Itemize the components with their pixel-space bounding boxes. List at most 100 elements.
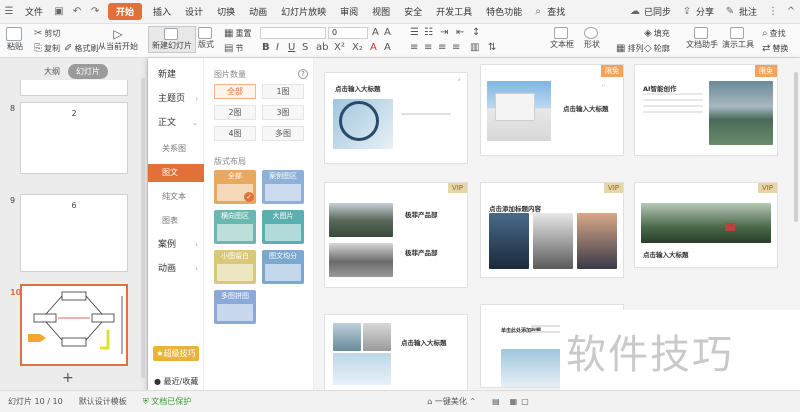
shape-button[interactable]: 形状: [584, 27, 600, 50]
tab-slideshow[interactable]: 幻灯片放映: [274, 5, 333, 18]
menu-icon[interactable]: ☰: [3, 6, 15, 18]
template-card[interactable]: VIP 点击添加标题内容: [480, 182, 624, 278]
super-tips-button[interactable]: ★超级技巧: [153, 346, 199, 361]
template-card[interactable]: 点击输入大标题 ×: [324, 72, 468, 164]
new-slide-button[interactable]: 新建幻灯片: [148, 26, 196, 53]
add-slide-button[interactable]: +: [62, 370, 74, 386]
protected-status[interactable]: ⛨ 文档已保护: [135, 396, 200, 407]
tab-slides[interactable]: 幻灯片: [68, 64, 108, 79]
template-card[interactable]: VIP 点击输入大标题: [634, 182, 778, 268]
category-relation[interactable]: 关系图: [148, 140, 204, 158]
reset-button[interactable]: ▦ 重置: [224, 28, 251, 39]
category-new[interactable]: 新建: [148, 66, 204, 84]
layout-filter-big-image[interactable]: 大图片: [262, 210, 304, 244]
format-painter-button[interactable]: ✐ 格式刷: [64, 43, 98, 54]
tab-developer[interactable]: 开发工具: [429, 5, 479, 18]
layout-filter-split[interactable]: 图文均分: [262, 250, 304, 284]
count-filter-all[interactable]: 全部: [214, 84, 256, 99]
count-filter-1[interactable]: 1图: [262, 84, 304, 99]
tab-outline[interactable]: 大纲: [36, 64, 68, 79]
slide-thumbnail-8[interactable]: 2: [20, 102, 128, 174]
template-name[interactable]: 默认设计模板: [71, 396, 135, 407]
layout-filter-collage[interactable]: 多图拼图: [214, 290, 256, 324]
tab-security[interactable]: 安全: [397, 5, 429, 18]
bullets-icon[interactable]: ☰: [410, 27, 419, 38]
slide-thumbnail-9[interactable]: 6: [20, 194, 128, 272]
superscript-icon[interactable]: X²: [334, 42, 345, 53]
template-card[interactable]: 点击输入大标题: [324, 314, 468, 390]
font-shrink-icon[interactable]: A: [384, 27, 391, 38]
slide-thumbnail-10[interactable]: [20, 284, 128, 366]
tab-features[interactable]: 特色功能: [479, 5, 529, 18]
doc-assistant-button[interactable]: 文档助手: [686, 27, 718, 50]
panel-scrollbar[interactable]: [141, 78, 145, 378]
arrange-button[interactable]: ▦ 排列: [616, 43, 643, 54]
category-animation[interactable]: 动画 ›: [148, 260, 204, 278]
line-spacing-icon[interactable]: ↕: [472, 27, 480, 38]
count-filter-4[interactable]: 4图: [214, 126, 256, 141]
section-button[interactable]: ▤ 节: [224, 43, 243, 54]
font-name-field[interactable]: [260, 27, 326, 39]
find-button[interactable]: ⌕ 查找: [762, 28, 786, 39]
align-left-icon[interactable]: ≡: [410, 42, 418, 53]
numbering-icon[interactable]: ☷: [424, 27, 433, 38]
tab-transition[interactable]: 切换: [210, 5, 242, 18]
collapse-icon[interactable]: ^: [785, 6, 797, 18]
help-icon[interactable]: ?: [298, 69, 308, 79]
layout-filter-horizontal[interactable]: 横向图区: [214, 210, 256, 244]
template-card[interactable]: 限免 " 点击输入大标题: [480, 64, 624, 156]
font-size-field[interactable]: 0: [328, 27, 368, 39]
presentation-tools-button[interactable]: 演示工具: [722, 27, 754, 50]
category-theme[interactable]: 主题页 ›: [148, 90, 204, 108]
search-label[interactable]: 查找: [547, 5, 572, 18]
tab-review[interactable]: 审阅: [333, 5, 365, 18]
cut-button[interactable]: ✂ 剪切: [34, 28, 60, 39]
sync-status[interactable]: 已同步: [644, 5, 678, 18]
fill-button[interactable]: ◈ 填充: [644, 28, 670, 39]
bold-icon[interactable]: B: [262, 42, 270, 53]
paste-button[interactable]: 粘贴: [6, 27, 24, 52]
comment-button[interactable]: 批注: [739, 5, 764, 18]
redo-icon[interactable]: ↷: [89, 6, 101, 18]
replace-button[interactable]: ⇄ 替换: [762, 43, 788, 54]
subscript-icon[interactable]: X₂: [352, 42, 363, 53]
shadow-icon[interactable]: S: [302, 42, 308, 53]
view-normal-icon[interactable]: ▤: [484, 397, 508, 406]
tab-view[interactable]: 视图: [365, 5, 397, 18]
view-sorter-icon[interactable]: ▦: [508, 397, 520, 406]
category-body[interactable]: 正文 ⌄: [148, 114, 204, 132]
layout-button[interactable]: 版式: [198, 27, 214, 50]
tab-insert[interactable]: 插入: [146, 5, 178, 18]
category-chart[interactable]: 图表: [148, 212, 204, 230]
outdent-icon[interactable]: ⇤: [456, 27, 464, 38]
strikethrough-icon[interactable]: ab: [316, 42, 328, 53]
template-card[interactable]: 限免 AI智能创作: [634, 64, 778, 156]
count-filter-2[interactable]: 2图: [214, 105, 256, 120]
view-reading-icon[interactable]: ▢: [519, 397, 531, 406]
indent-icon[interactable]: ⇥: [440, 27, 448, 38]
category-image-text[interactable]: 图文: [148, 164, 204, 182]
play-from-current-button[interactable]: ▷ 从当前开始: [98, 27, 138, 52]
italic-icon[interactable]: I: [276, 42, 279, 53]
search-icon[interactable]: ⌕: [532, 6, 544, 18]
more-icon[interactable]: ⋮: [767, 6, 779, 18]
outline-button[interactable]: ◇ 轮廓: [644, 43, 670, 54]
recent-favorites-button[interactable]: ● 最近/收藏: [154, 376, 198, 387]
layout-filter-case[interactable]: 案例图区: [262, 170, 304, 204]
undo-icon[interactable]: ↶: [71, 6, 83, 18]
count-filter-many[interactable]: 多图: [262, 126, 304, 141]
textbox-button[interactable]: 文本框: [550, 27, 574, 50]
layout-filter-all[interactable]: 全部 ✓: [214, 170, 256, 204]
underline-icon[interactable]: U: [288, 42, 295, 53]
beautify-button[interactable]: ⌂ 一键美化 ⌃: [419, 396, 484, 407]
copy-button[interactable]: ⎘ 复制: [34, 43, 60, 54]
justify-icon[interactable]: ≡: [452, 42, 460, 53]
text-direction-icon[interactable]: ⇅: [488, 42, 496, 53]
category-plain-text[interactable]: 纯文本: [148, 188, 204, 206]
template-card[interactable]: VIP 极菲产品部 极菲产品部: [324, 182, 468, 288]
slide-thumbnail-7[interactable]: [20, 80, 128, 96]
file-menu[interactable]: 文件: [18, 5, 50, 18]
category-case[interactable]: 案例 ›: [148, 236, 204, 254]
font-color-icon[interactable]: A: [370, 42, 377, 53]
columns-icon[interactable]: ▥: [470, 42, 479, 53]
